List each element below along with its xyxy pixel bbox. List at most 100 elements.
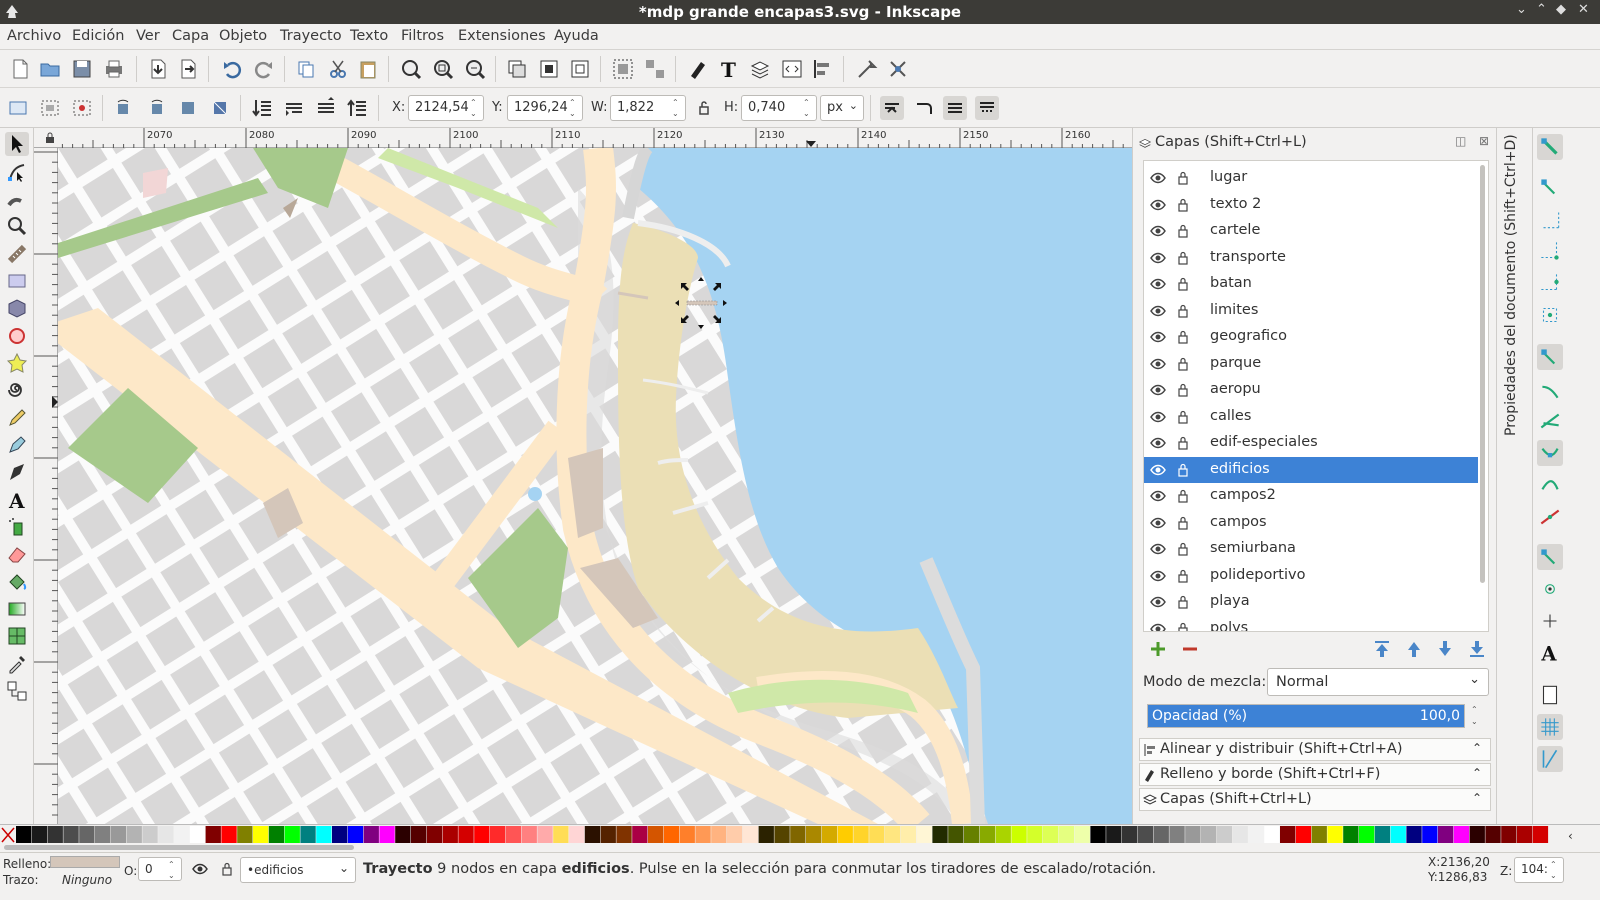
color-swatch[interactable]: [474, 826, 490, 843]
color-swatch[interactable]: [1406, 826, 1422, 843]
color-swatch[interactable]: [1343, 826, 1359, 843]
lock-icon[interactable]: [220, 861, 234, 877]
h-input[interactable]: 0,740 ⌃ ⌄: [741, 95, 817, 121]
color-swatch[interactable]: [1453, 826, 1470, 843]
eye-icon[interactable]: [1150, 568, 1166, 584]
ungroup-icon[interactable]: [643, 57, 667, 81]
object-opacity-input[interactable]: 0 ⌃ ⌄: [138, 857, 182, 881]
color-swatch[interactable]: [1137, 826, 1154, 843]
color-swatch[interactable]: [885, 826, 901, 843]
zoom-tool-icon[interactable]: [5, 214, 29, 238]
eye-icon[interactable]: [1150, 356, 1166, 372]
layer-name[interactable]: texto 2: [1210, 196, 1261, 212]
color-swatch[interactable]: [742, 826, 759, 843]
snap-bbox-midpoint-icon[interactable]: [1537, 270, 1563, 296]
snap-grid-icon[interactable]: [1537, 714, 1563, 740]
color-swatch[interactable]: [679, 826, 695, 843]
pen-tool-icon[interactable]: [5, 433, 29, 457]
color-swatch[interactable]: [205, 826, 221, 843]
clone-icon[interactable]: [537, 57, 561, 81]
menu-ayuda[interactable]: Ayuda: [554, 28, 599, 44]
color-swatch[interactable]: [821, 826, 838, 843]
spin-arrows-icon[interactable]: ⌃ ⌄: [1550, 859, 1560, 881]
layer-row[interactable]: geografico: [1144, 324, 1478, 350]
undo-icon[interactable]: [220, 57, 244, 81]
document-properties-tab[interactable]: Propiedades del documento (Shift+Ctrl+D): [1496, 128, 1532, 824]
color-swatch[interactable]: [1185, 826, 1201, 843]
lock-icon[interactable]: [1176, 435, 1190, 451]
zoom-selection-icon[interactable]: [399, 57, 423, 81]
color-swatch[interactable]: [727, 826, 743, 843]
snap-bbox-corner-icon[interactable]: [1537, 238, 1563, 264]
color-swatch[interactable]: [648, 826, 664, 843]
layer-row[interactable]: edif-especiales: [1144, 430, 1478, 456]
blend-mode-select[interactable]: Normal ⌄: [1267, 668, 1489, 696]
bucket-tool-icon[interactable]: [5, 570, 29, 594]
snap-toggle-icon[interactable]: [1537, 134, 1563, 160]
lock-proportions-icon[interactable]: [692, 96, 716, 120]
zoom-page-icon[interactable]: [463, 57, 487, 81]
current-layer-select[interactable]: •edificios ⌄: [240, 857, 356, 883]
layer-row[interactable]: semiurbana: [1144, 536, 1478, 562]
layer-row[interactable]: campos2: [1144, 483, 1478, 509]
paste-icon[interactable]: [356, 57, 380, 81]
move-patterns-icon[interactable]: [975, 96, 999, 120]
layer-row[interactable]: calles: [1144, 404, 1478, 430]
export-icon[interactable]: [176, 57, 200, 81]
color-swatch[interactable]: [1074, 826, 1090, 843]
lock-icon[interactable]: [1176, 488, 1190, 504]
snap-rotation-center-icon[interactable]: [1537, 608, 1563, 634]
maximize-button[interactable]: ◆: [1556, 2, 1566, 17]
lock-icon[interactable]: [1176, 223, 1190, 239]
color-swatch[interactable]: [237, 826, 253, 843]
star-tool-icon[interactable]: [5, 351, 29, 375]
snap-bbox-edge-icon[interactable]: [1537, 206, 1563, 232]
color-swatch[interactable]: [600, 826, 616, 843]
layer-row[interactable]: polys: [1144, 616, 1478, 631]
align-distribute-panel[interactable]: Alinear y distribuir (Shift+Ctrl+A) ⌃: [1139, 738, 1491, 761]
3d-box-tool-icon[interactable]: [5, 296, 29, 320]
layer-name[interactable]: parque: [1210, 355, 1261, 371]
layer-row[interactable]: lugar: [1144, 165, 1478, 191]
snap-nodes-icon[interactable]: [1537, 344, 1563, 370]
eye-icon[interactable]: [1150, 197, 1166, 213]
layer-name[interactable]: lugar: [1210, 169, 1247, 185]
color-swatch[interactable]: [537, 826, 553, 843]
duplicate-icon[interactable]: [505, 57, 529, 81]
remove-layer-button[interactable]: [1179, 638, 1201, 660]
add-layer-button[interactable]: [1147, 638, 1169, 660]
lock-icon[interactable]: [1176, 462, 1190, 478]
color-swatch[interactable]: [426, 826, 443, 843]
layer-name[interactable]: polideportivo: [1210, 567, 1305, 583]
layer-row[interactable]: batan: [1144, 271, 1478, 297]
snap-midpoint-icon[interactable]: [1537, 504, 1563, 530]
color-swatch[interactable]: [1153, 826, 1169, 843]
rectangle-tool-icon[interactable]: [5, 269, 29, 293]
eye-icon[interactable]: [1150, 435, 1166, 451]
color-swatch[interactable]: [964, 826, 980, 843]
spin-arrows-icon[interactable]: ⌃ ⌄: [470, 97, 480, 119]
no-paint-swatch[interactable]: [1, 827, 15, 843]
lower-to-bottom-icon[interactable]: [250, 96, 274, 120]
snap-guide-icon[interactable]: [1537, 746, 1563, 772]
menu-trayecto[interactable]: Trayecto: [280, 28, 342, 44]
color-swatch[interactable]: [505, 826, 522, 843]
layer-to-bottom-button[interactable]: [1466, 638, 1488, 660]
color-swatch[interactable]: [837, 826, 853, 843]
color-swatch[interactable]: [1517, 826, 1533, 843]
align-distribute-icon[interactable]: [811, 57, 835, 81]
layer-list[interactable]: lugar texto 2 cartele transporte batan limite…: [1143, 160, 1489, 632]
scale-stroke-icon[interactable]: [880, 96, 904, 120]
layer-row[interactable]: transporte: [1144, 245, 1478, 271]
color-swatch[interactable]: [979, 826, 996, 843]
eye-icon[interactable]: [1150, 409, 1166, 425]
drawing-canvas[interactable]: [58, 148, 1132, 824]
opacity-slider[interactable]: Opacidad (%) 100,0: [1147, 704, 1465, 728]
eye-icon[interactable]: [192, 861, 208, 877]
layer-row[interactable]: aeropu: [1144, 377, 1478, 403]
spiral-tool-icon[interactable]: [5, 378, 29, 402]
color-swatch[interactable]: [442, 826, 458, 843]
color-swatch[interactable]: [174, 826, 190, 843]
color-swatch[interactable]: [284, 826, 300, 843]
color-swatch[interactable]: [1169, 826, 1185, 843]
